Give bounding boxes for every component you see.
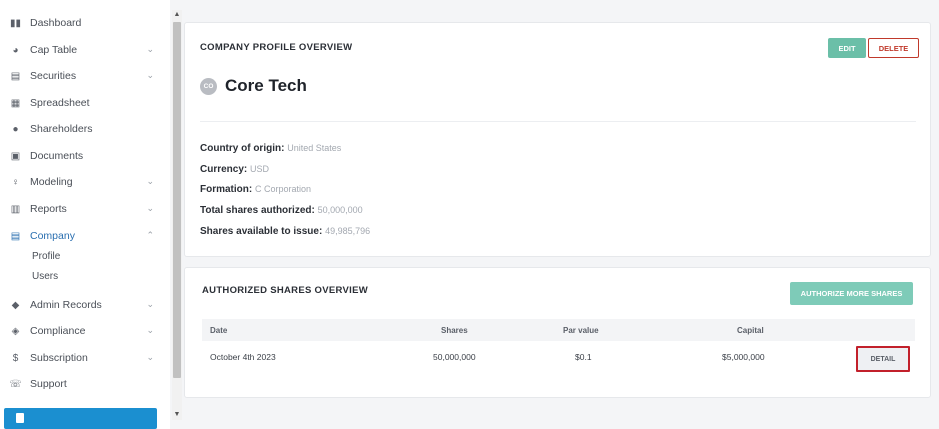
profile-card-title: COMPANY PROFILE OVERVIEW (200, 42, 353, 53)
sidebar-item-securities[interactable]: ▤ Securities ⌄ (10, 66, 160, 86)
scrollbar-thumb[interactable] (173, 22, 181, 378)
sidebar-item-compliance[interactable]: ◈ Compliance ⌄ (10, 321, 160, 341)
folder-icon: ▣ (10, 150, 21, 162)
chevron-down-icon: ⌄ (146, 325, 154, 335)
field-formation: Formation: C Corporation (200, 184, 311, 195)
field-value: 50,000,000 (317, 205, 363, 215)
field-value: United States (287, 143, 342, 153)
chevron-down-icon: ⌄ (146, 70, 154, 80)
cell-par-value: $0.1 (575, 352, 592, 362)
sidebar-action-button[interactable] (4, 408, 157, 429)
field-value: 49,985,796 (325, 226, 371, 236)
sidebar-item-subscription[interactable]: $ Subscription ⌄ (10, 348, 160, 368)
sidebar-item-label: Securities (30, 70, 77, 82)
authorize-more-shares-button[interactable]: AUTHORIZE MORE SHARES (790, 282, 913, 305)
sidebar-item-label: Modeling (30, 176, 73, 188)
sidebar-item-cap-table[interactable]: ◕ Cap Table ⌄ (10, 40, 160, 60)
sidebar-item-admin-records[interactable]: ◆ Admin Records ⌄ (10, 295, 160, 315)
sidebar: ▮▮ Dashboard ◕ Cap Table ⌄ ▤ Securities … (0, 0, 170, 429)
shield-check-icon: ◈ (11, 325, 20, 337)
column-header-shares: Shares (441, 326, 468, 335)
field-value: C Corporation (255, 184, 312, 194)
sidebar-item-shareholders[interactable]: ● Shareholders (10, 119, 160, 139)
sidebar-item-label: Support (30, 378, 67, 390)
sidebar-item-modeling[interactable]: ♀ Modeling ⌄ (10, 172, 160, 192)
spreadsheet-icon: ▦ (10, 97, 21, 109)
cell-shares: 50,000,000 (433, 352, 476, 362)
chevron-down-icon: ⌄ (146, 352, 154, 362)
chevron-down-icon: ⌄ (146, 299, 154, 309)
field-currency: Currency: USD (200, 164, 269, 175)
user-icon: ● (12, 123, 19, 135)
shares-card-title: AUTHORIZED SHARES OVERVIEW (202, 285, 368, 296)
report-icon: ▥ (10, 203, 21, 215)
company-avatar: CO (200, 78, 217, 95)
document-icon (16, 413, 24, 423)
field-total-shares-authorized: Total shares authorized: 50,000,000 (200, 205, 363, 216)
dashboard-icon: ▮▮ (10, 17, 22, 29)
sidebar-scrollbar[interactable]: ▲ ▼ (172, 10, 182, 420)
delete-button[interactable]: DELETE (868, 38, 919, 58)
cell-date: October 4th 2023 (210, 352, 276, 362)
edit-button[interactable]: EDIT (828, 38, 866, 58)
scroll-up-arrow-icon[interactable]: ▲ (172, 10, 182, 20)
column-header-date: Date (210, 326, 228, 335)
sidebar-item-label: Subscription (30, 352, 88, 364)
sidebar-item-label: Shareholders (30, 123, 93, 135)
field-value: USD (250, 164, 270, 174)
chevron-up-icon: ⌃ (146, 230, 154, 240)
field-label: Shares available to issue: (200, 226, 323, 237)
field-label: Total shares authorized: (200, 205, 315, 216)
column-header-capital: Capital (737, 326, 764, 335)
sidebar-item-support[interactable]: ☏ Support (9, 374, 160, 394)
sidebar-item-label: Reports (30, 203, 67, 215)
admin-records-icon: ◆ (11, 299, 20, 311)
sidebar-item-label: Cap Table (30, 44, 78, 56)
sidebar-item-label: Dashboard (30, 17, 82, 29)
sidebar-subitem-users[interactable]: Users (32, 271, 58, 282)
clipboard-icon: ▤ (10, 70, 21, 82)
sidebar-item-documents[interactable]: ▣ Documents (10, 146, 160, 166)
cell-capital: $5,000,000 (722, 352, 765, 362)
table-header: Date Shares Par value Capital (202, 319, 915, 341)
sidebar-subitem-profile[interactable]: Profile (32, 251, 60, 262)
dollar-icon: $ (12, 352, 19, 364)
detail-button[interactable]: DETAIL (856, 346, 910, 372)
support-icon: ☏ (9, 378, 22, 390)
sidebar-item-label: Documents (30, 150, 84, 162)
sidebar-item-reports[interactable]: ▥ Reports ⌄ (10, 199, 160, 219)
sidebar-item-label: Compliance (30, 325, 86, 337)
field-label: Country of origin: (200, 143, 285, 154)
field-country-of-origin: Country of origin: United States (200, 143, 341, 154)
building-icon: ▤ (10, 230, 21, 242)
lightbulb-icon: ♀ (11, 176, 20, 188)
authorized-shares-card: AUTHORIZED SHARES OVERVIEW AUTHORIZE MOR… (184, 267, 931, 398)
column-header-par-value: Par value (563, 326, 599, 335)
chevron-down-icon: ⌄ (146, 44, 154, 54)
app-root: ▮▮ Dashboard ◕ Cap Table ⌄ ▤ Securities … (0, 0, 939, 429)
sidebar-item-dashboard[interactable]: ▮▮ Dashboard (10, 13, 160, 33)
field-label: Formation: (200, 184, 253, 195)
field-label: Currency: (200, 164, 248, 175)
divider (200, 121, 916, 122)
field-shares-available: Shares available to issue: 49,985,796 (200, 226, 370, 237)
company-name: Core Tech (225, 76, 307, 95)
company-profile-card: COMPANY PROFILE OVERVIEW EDIT DELETE CO … (184, 22, 931, 257)
chevron-down-icon: ⌄ (146, 203, 154, 213)
sidebar-item-spreadsheet[interactable]: ▦ Spreadsheet (10, 93, 160, 113)
sidebar-item-label: Spreadsheet (30, 97, 90, 109)
scroll-down-arrow-icon[interactable]: ▼ (172, 410, 182, 420)
chevron-down-icon: ⌄ (146, 176, 154, 186)
sidebar-item-company[interactable]: ▤ Company ⌃ (10, 226, 160, 246)
sidebar-item-label: Admin Records (30, 299, 102, 311)
sidebar-item-label: Company (30, 230, 75, 242)
pie-chart-icon: ◕ (12, 44, 19, 56)
